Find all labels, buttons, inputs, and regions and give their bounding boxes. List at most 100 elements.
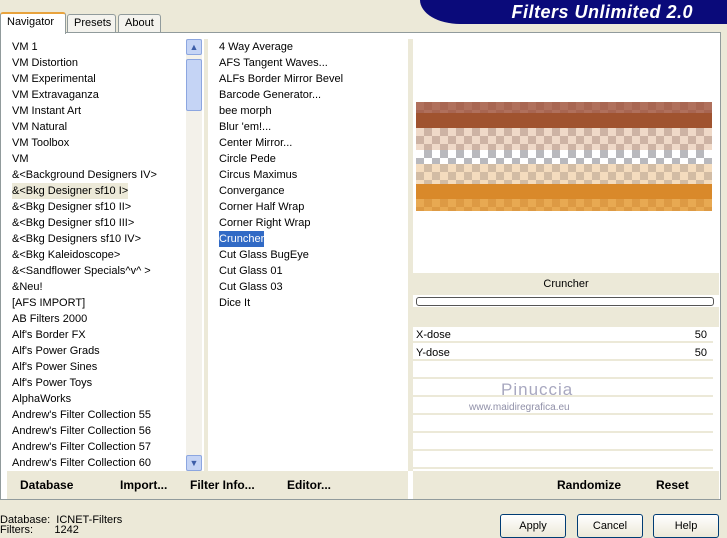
- list-item-label: Center Mirror...: [219, 137, 293, 149]
- tab-about[interactable]: About: [118, 14, 161, 33]
- cancel-button[interactable]: Cancel: [577, 514, 643, 538]
- apply-button[interactable]: Apply: [500, 514, 566, 538]
- list-item[interactable]: Center Mirror...: [216, 135, 406, 151]
- list-item[interactable]: Alf's Border FX: [9, 327, 185, 343]
- list-item-label: &<Sandflower Specials^v^ >: [12, 265, 151, 277]
- list-item[interactable]: &<Bkg Kaleidoscope>: [9, 247, 185, 263]
- help-button[interactable]: Help: [653, 514, 719, 538]
- filter-preview: [416, 102, 712, 211]
- database-button[interactable]: Database: [20, 478, 73, 492]
- list-item[interactable]: Andrew's Filter Collection 55: [9, 407, 185, 423]
- list-item[interactable]: &<Bkg Designers sf10 IV>: [9, 231, 185, 247]
- param-x-dose[interactable]: X-dose 50: [413, 327, 713, 343]
- list-item[interactable]: Alf's Power Toys: [9, 375, 185, 391]
- list-item[interactable]: &<Bkg Designer sf10 II>: [9, 199, 185, 215]
- list-item-label: Alf's Power Toys: [12, 377, 93, 389]
- list-item-label: VM Natural: [12, 121, 68, 133]
- list-item[interactable]: Alf's Power Grads: [9, 343, 185, 359]
- list-item-label: Dice It: [219, 297, 251, 309]
- filter-info-button[interactable]: Filter Info...: [190, 478, 255, 492]
- list-item[interactable]: &<Sandflower Specials^v^ >: [9, 263, 185, 279]
- list-item[interactable]: &<Bkg Designer sf10 I>: [9, 183, 185, 199]
- list-item-label: VM Distortion: [12, 57, 79, 69]
- list-item-label: Circle Pede: [219, 153, 276, 165]
- list-item[interactable]: bee morph: [216, 103, 406, 119]
- list-item-label: VM Toolbox: [12, 137, 70, 149]
- category-list[interactable]: VM 1 VM Distortion VM Experimental VM Extra…: [9, 39, 185, 471]
- list-item-label: [AFS IMPORT]: [12, 297, 86, 309]
- list-item[interactable]: AB Filters 2000: [9, 311, 185, 327]
- list-item-label: bee morph: [219, 105, 272, 117]
- randomize-button[interactable]: Randomize: [557, 478, 621, 492]
- list-item-label: AFS Tangent Waves...: [219, 57, 328, 69]
- list-item-label: Andrew's Filter Collection 56: [12, 425, 152, 437]
- list-item-label: Alf's Power Sines: [12, 361, 98, 373]
- tab-presets[interactable]: Presets: [67, 14, 116, 33]
- list-item[interactable]: [AFS IMPORT]: [9, 295, 185, 311]
- right-button-bar: Randomize Reset: [413, 471, 719, 499]
- list-item-label: &<Bkg Designers sf10 IV>: [12, 233, 142, 245]
- list-item[interactable]: VM Instant Art: [9, 103, 185, 119]
- list-item[interactable]: VM Distortion: [9, 55, 185, 71]
- list-item-label: Circus Maximus: [219, 169, 298, 181]
- list-item[interactable]: Corner Half Wrap: [216, 199, 406, 215]
- editor-button[interactable]: Editor...: [287, 478, 331, 492]
- list-item-label: Cut Glass 01: [219, 265, 283, 277]
- list-item-label: AlphaWorks: [12, 393, 72, 405]
- list-item[interactable]: &<Bkg Designer sf10 III>: [9, 215, 185, 231]
- scroll-up-icon[interactable]: ▲: [186, 39, 202, 55]
- list-item[interactable]: Andrew's Filter Collection 56: [9, 423, 185, 439]
- list-item[interactable]: Circle Pede: [216, 151, 406, 167]
- list-item[interactable]: AFS Tangent Waves...: [216, 55, 406, 71]
- list-item-label: Corner Half Wrap: [219, 201, 305, 213]
- scroll-thumb[interactable]: [186, 59, 202, 111]
- list-item-label: Blur 'em!...: [219, 121, 272, 133]
- list-item[interactable]: Cut Glass 01: [216, 263, 406, 279]
- list-item[interactable]: Cut Glass 03: [216, 279, 406, 295]
- list-item-label: &<Bkg Kaleidoscope>: [12, 249, 121, 261]
- list-item[interactable]: Barcode Generator...: [216, 87, 406, 103]
- list-item-label: Convergance: [219, 185, 285, 197]
- list-item[interactable]: Blur 'em!...: [216, 119, 406, 135]
- filter-list[interactable]: 4 Way Average AFS Tangent Waves... ALFs Bo…: [216, 39, 406, 311]
- list-item[interactable]: Circus Maximus: [216, 167, 406, 183]
- list-item[interactable]: VM Experimental: [9, 71, 185, 87]
- list-item[interactable]: VM Extravaganza: [9, 87, 185, 103]
- list-item[interactable]: Convergance: [216, 183, 406, 199]
- list-item-label: &<Background Designers IV>: [12, 169, 157, 181]
- tab-navigator[interactable]: Navigator: [0, 12, 66, 34]
- param-y-dose[interactable]: Y-dose 50: [413, 345, 713, 361]
- filter-name: Cruncher: [413, 273, 719, 295]
- list-item[interactable]: VM: [9, 151, 185, 167]
- list-item[interactable]: Andrew's Filter Collection 57: [9, 439, 185, 455]
- watermark-name: Pinuccia: [501, 380, 574, 399]
- list-item[interactable]: VM Natural: [9, 119, 185, 135]
- list-item-label: &Neu!: [12, 281, 43, 293]
- list-item[interactable]: VM 1: [9, 39, 185, 55]
- list-item[interactable]: ALFs Border Mirror Bevel: [216, 71, 406, 87]
- list-item[interactable]: Alf's Power Sines: [9, 359, 185, 375]
- list-item[interactable]: 4 Way Average: [216, 39, 406, 55]
- status-info: Database: ICNET-Filters Filters: 1242: [0, 514, 123, 536]
- list-item-label: Cruncher: [219, 231, 265, 247]
- reset-button[interactable]: Reset: [656, 478, 689, 492]
- list-item[interactable]: Corner Right Wrap: [216, 215, 406, 231]
- list-item-label: AB Filters 2000: [12, 313, 88, 325]
- list-item-label: VM: [12, 153, 29, 165]
- list-item-label: Cut Glass BugEye: [219, 249, 309, 261]
- list-item-label: &<Bkg Designer sf10 I>: [12, 183, 129, 199]
- import-button[interactable]: Import...: [120, 478, 167, 492]
- list-item[interactable]: Dice It: [216, 295, 406, 311]
- list-item-label: &<Bkg Designer sf10 II>: [12, 201, 132, 213]
- list-item[interactable]: VM Toolbox: [9, 135, 185, 151]
- list-item[interactable]: &<Background Designers IV>: [9, 167, 185, 183]
- category-scrollbar[interactable]: ▲ ▼: [186, 39, 202, 471]
- list-item[interactable]: Cruncher: [216, 231, 406, 247]
- list-item-label: Andrew's Filter Collection 55: [12, 409, 152, 421]
- list-item-label: Corner Right Wrap: [219, 217, 311, 229]
- list-item[interactable]: &Neu!: [9, 279, 185, 295]
- list-item[interactable]: Andrew's Filter Collection 60: [9, 455, 185, 471]
- scroll-down-icon[interactable]: ▼: [186, 455, 202, 471]
- list-item[interactable]: AlphaWorks: [9, 391, 185, 407]
- list-item[interactable]: Cut Glass BugEye: [216, 247, 406, 263]
